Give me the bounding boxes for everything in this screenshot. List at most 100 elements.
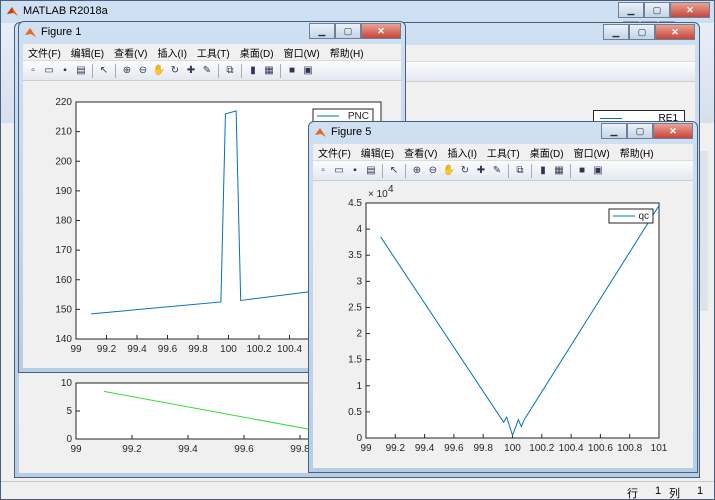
select-arrow-icon[interactable]: ↖ (97, 64, 111, 78)
minimize-button[interactable]: ▁ (618, 2, 644, 18)
hide-tools-icon[interactable]: ■ (575, 164, 589, 178)
maximize-button[interactable]: ▢ (644, 2, 670, 18)
back-minimize-button[interactable]: ▁ (603, 24, 629, 40)
x-tick-label: 99.6 (234, 444, 254, 455)
save-icon[interactable]: ▪ (348, 164, 362, 178)
figure-5-maximize-button[interactable]: ▢ (627, 123, 653, 139)
data-cursor-icon[interactable]: ✚ (184, 64, 198, 78)
plot-area (365, 202, 660, 439)
open-file-icon[interactable]: ▭ (332, 164, 346, 178)
menu-item-1[interactable]: 编辑(E) (66, 45, 109, 60)
status-bar: 行 1 列 1 (1, 481, 714, 499)
toolbar-separator (405, 163, 406, 178)
menu-item-5[interactable]: 桌面(D) (235, 45, 279, 60)
y-tick-label: 140 (55, 334, 72, 345)
x-tick-label: 99 (70, 344, 82, 355)
menu-item-6[interactable]: 窗口(W) (279, 45, 325, 60)
x-tick-label: 99.2 (97, 344, 117, 355)
menu-item-0[interactable]: 文件(F) (313, 145, 356, 160)
back-maximize-button[interactable]: ▢ (629, 24, 655, 40)
dock-icon[interactable]: ▣ (591, 164, 605, 178)
x-tick-label: 100.4 (277, 344, 302, 355)
brush-icon[interactable]: ✎ (200, 64, 214, 78)
menu-item-2[interactable]: 查看(V) (399, 145, 442, 160)
legend-label: qc (638, 211, 649, 222)
zoom-in-icon[interactable]: ⊕ (410, 164, 424, 178)
pan-icon[interactable]: ✋ (152, 64, 166, 78)
y-tick-label: 170 (55, 245, 72, 256)
y-tick-label: 3 (356, 276, 362, 287)
y-tick-label: 0.5 (348, 407, 362, 418)
menu-item-7[interactable]: 帮助(H) (325, 45, 369, 60)
matlab-title-bar[interactable]: MATLAB R2018a ▁ ▢ ✕ (1, 1, 714, 23)
y-tick-label: 2.5 (348, 302, 362, 313)
menu-item-7[interactable]: 帮助(H) (615, 145, 659, 160)
menu-item-1[interactable]: 编辑(E) (356, 145, 399, 160)
x-tick-label: 99.2 (386, 443, 406, 454)
link-icon[interactable]: ⧉ (513, 164, 527, 178)
hide-tools-icon[interactable]: ■ (285, 64, 299, 78)
rotate-icon[interactable]: ↻ (458, 164, 472, 178)
figure-1-close-button[interactable]: ✕ (361, 23, 401, 39)
dock-icon[interactable]: ▣ (301, 64, 315, 78)
figure-icon (25, 28, 36, 37)
new-figure-icon[interactable]: ▫ (316, 164, 330, 178)
menu-item-5[interactable]: 桌面(D) (525, 145, 569, 160)
figure-1-maximize-button[interactable]: ▢ (335, 23, 361, 39)
status-row-label: 行 (627, 488, 638, 500)
y-tick-label: 2 (356, 329, 362, 340)
toolbar-separator (382, 163, 383, 178)
select-arrow-icon[interactable]: ↖ (387, 164, 401, 178)
menu-item-3[interactable]: 插入(I) (152, 45, 191, 60)
x-tick-label: 99.4 (415, 443, 435, 454)
new-figure-icon[interactable]: ▫ (26, 64, 40, 78)
matlab-logo-icon (7, 7, 18, 16)
y-tick-label: 0 (66, 434, 72, 445)
x-tick-label: 100 (220, 344, 237, 355)
x-tick-label: 100.8 (617, 443, 642, 454)
data-cursor-icon[interactable]: ✚ (474, 164, 488, 178)
save-icon[interactable]: ▪ (58, 64, 72, 78)
legend-icon[interactable]: ▦ (262, 64, 276, 78)
menu-item-3[interactable]: 插入(I) (442, 145, 481, 160)
y-tick-label: 0 (356, 433, 362, 444)
colorbar-icon[interactable]: ▮ (536, 164, 550, 178)
legend-icon[interactable]: ▦ (552, 164, 566, 178)
colorbar-icon[interactable]: ▮ (246, 64, 260, 78)
figure-icon (315, 128, 326, 137)
y-tick-label: 3.5 (348, 250, 362, 261)
zoom-out-icon[interactable]: ⊖ (136, 64, 150, 78)
zoom-in-icon[interactable]: ⊕ (120, 64, 134, 78)
qc-legend: qc (608, 208, 654, 224)
figure-1-title-bar[interactable]: Figure 1 ▁ ▢ ✕ (19, 22, 405, 44)
brush-icon[interactable]: ✎ (490, 164, 504, 178)
figure-1-minimize-button[interactable]: ▁ (309, 23, 335, 39)
menu-item-4[interactable]: 工具(T) (192, 45, 235, 60)
link-icon[interactable]: ⧉ (223, 64, 237, 78)
y-tick-label: 210 (55, 127, 72, 138)
menu-item-6[interactable]: 窗口(W) (569, 145, 615, 160)
figure-5-title-bar[interactable]: Figure 5 ▁ ▢ ✕ (309, 122, 697, 144)
y-tick-label: 150 (55, 304, 72, 315)
figure-5-close-button[interactable]: ✕ (653, 123, 693, 139)
figure-5-minimize-button[interactable]: ▁ (601, 123, 627, 139)
rotate-icon[interactable]: ↻ (168, 64, 182, 78)
print-icon[interactable]: ▤ (364, 164, 378, 178)
y-tick-label: 5 (66, 406, 72, 417)
matlab-title: MATLAB R2018a (23, 5, 108, 17)
y-tick-label: 10 (61, 378, 73, 389)
close-button[interactable]: ✕ (670, 2, 710, 18)
x-tick-label: 99.6 (444, 443, 464, 454)
menu-item-4[interactable]: 工具(T) (482, 145, 525, 160)
figure-1-menu-bar: 文件(F) 编辑(E) 查看(V) 插入(I) 工具(T) 桌面(D) 窗口(W) 帮助(H) (23, 44, 401, 61)
figure-5-title: Figure 5 (331, 126, 372, 138)
menu-item-2[interactable]: 查看(V) (109, 45, 152, 60)
back-close-button[interactable]: ✕ (655, 24, 695, 40)
figure-5-toolbar: ▫ ▭ ▪ ▤ ↖ ⊕ ⊖ ✋ ↻ ✚ ✎ ⧉ ▮ ▦ ■ ▣ (313, 161, 693, 181)
zoom-out-icon[interactable]: ⊖ (426, 164, 440, 178)
figure-5-menu-bar: 文件(F) 编辑(E) 查看(V) 插入(I) 工具(T) 桌面(D) 窗口(W) 帮助(H) (313, 144, 693, 161)
menu-item-0[interactable]: 文件(F) (23, 45, 66, 60)
pan-icon[interactable]: ✋ (442, 164, 456, 178)
open-file-icon[interactable]: ▭ (42, 64, 56, 78)
print-icon[interactable]: ▤ (74, 64, 88, 78)
